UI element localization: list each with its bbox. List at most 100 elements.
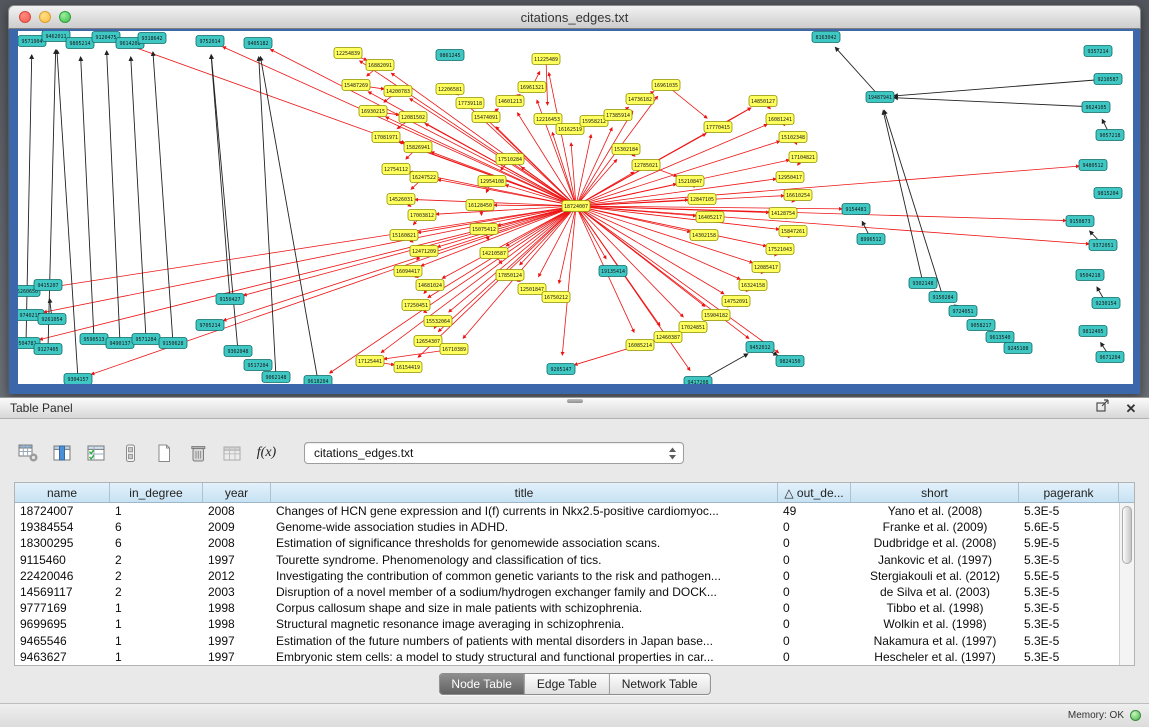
graph-node[interactable]: 16247522 <box>410 172 438 183</box>
scrollbar-thumb[interactable] <box>1122 506 1132 564</box>
graph-node[interactable]: 12950417 <box>776 172 804 183</box>
tab-node-table[interactable]: Node Table <box>439 674 525 694</box>
graph-node[interactable]: 9210587 <box>1094 74 1122 85</box>
column-header[interactable]: year <box>203 483 271 502</box>
graph-node[interactable]: 15532064 <box>424 316 452 327</box>
graph-node[interactable]: 15302184 <box>612 144 640 155</box>
graph-node[interactable]: 17739118 <box>456 98 484 109</box>
graph-edge[interactable] <box>386 117 576 206</box>
graph-edge[interactable] <box>571 143 576 206</box>
graph-node[interactable]: 9205147 <box>547 364 575 375</box>
graph-edge[interactable] <box>576 128 612 206</box>
table-options-button[interactable] <box>14 440 43 467</box>
graph-node[interactable]: 17770415 <box>704 122 732 133</box>
column-header[interactable]: pagerank <box>1019 483 1119 502</box>
graph-node[interactable]: 9415207 <box>34 280 62 291</box>
graph-node[interactable]: 9302148 <box>909 278 937 289</box>
graph-edge[interactable] <box>884 110 943 297</box>
graph-node[interactable]: 17510284 <box>496 154 524 165</box>
graph-node[interactable]: 15487269 <box>342 80 370 91</box>
graph-node[interactable]: 9517204 <box>244 360 272 371</box>
close-panel-button[interactable]: ✕ <box>1121 399 1141 417</box>
graph-edge[interactable] <box>131 57 146 339</box>
graph-node[interactable]: 16882091 <box>366 60 394 71</box>
graph-node[interactable]: 17104821 <box>789 152 817 163</box>
graph-node[interactable]: 9504218 <box>1076 270 1104 281</box>
graph-node[interactable]: 16961035 <box>652 80 680 91</box>
graph-edge[interactable] <box>576 160 617 206</box>
graph-node[interactable]: 9261054 <box>38 314 66 325</box>
graph-node[interactable]: 12954108 <box>478 176 506 187</box>
graph-edge[interactable] <box>835 47 880 97</box>
graph-node[interactable]: 15847261 <box>779 226 807 237</box>
graph-node[interactable]: 9058217 <box>967 320 995 331</box>
graph-node[interactable]: 14601213 <box>496 96 524 107</box>
graph-node[interactable]: 14200783 <box>384 86 412 97</box>
table-row[interactable]: 911546021997Tourette syndrome. Phenomeno… <box>15 552 1119 568</box>
graph-node[interactable]: 15210847 <box>676 176 704 187</box>
new-column-button[interactable] <box>150 440 179 467</box>
graph-edge[interactable] <box>57 50 78 379</box>
graph-node[interactable]: 9805214 <box>66 38 94 49</box>
graph-node[interactable]: 12085417 <box>752 262 780 273</box>
column-header[interactable]: name <box>15 483 110 502</box>
network-window-titlebar[interactable]: citations_edges.txt <box>8 5 1141 29</box>
graph-node[interactable]: 17125441 <box>356 356 384 367</box>
graph-node[interactable]: 16085214 <box>626 340 654 351</box>
table-row[interactable]: 1938455462009Genome-wide association stu… <box>15 519 1119 535</box>
graph-node[interactable]: 9480512 <box>1079 160 1107 171</box>
graph-node[interactable]: 11225489 <box>532 54 560 65</box>
graph-node[interactable]: 19135414 <box>599 266 627 277</box>
graph-node[interactable]: 15160821 <box>390 230 418 241</box>
table-row[interactable]: 946362711997Embryonic stem cells: a mode… <box>15 649 1119 665</box>
graph-edge[interactable] <box>260 57 318 381</box>
graph-node[interactable]: 9357214 <box>1084 46 1112 57</box>
float-panel-button[interactable] <box>1093 399 1113 417</box>
graph-node[interactable]: 12216453 <box>534 114 562 125</box>
graph-node[interactable]: 9245108 <box>1004 343 1032 354</box>
graph-node[interactable]: 17850124 <box>496 270 524 281</box>
graph-node[interactable]: 8163042 <box>812 32 840 43</box>
graph-node[interactable]: 15904182 <box>702 310 730 321</box>
split-divider-grip[interactable] <box>567 399 583 403</box>
graph-node[interactable]: 16710389 <box>440 344 468 355</box>
graph-node[interactable]: 16930215 <box>359 106 387 117</box>
graph-edge[interactable] <box>894 98 1096 107</box>
graph-node[interactable]: 9127405 <box>34 344 62 355</box>
graph-node[interactable]: 9417208 <box>684 377 712 385</box>
tab-network-table[interactable]: Network Table <box>610 674 710 694</box>
graph-node[interactable]: 9362048 <box>224 346 252 357</box>
graph-node[interactable]: 9571284 <box>132 334 160 345</box>
graph-node[interactable]: 15826941 <box>404 142 432 153</box>
graph-node[interactable]: 9062148 <box>262 372 290 383</box>
graph-node[interactable]: 14526031 <box>387 194 415 205</box>
graph-node[interactable]: 9724051 <box>949 306 977 317</box>
graph-node[interactable]: 9590513 <box>80 334 108 345</box>
graph-node[interactable]: 12785021 <box>632 160 660 171</box>
column-header[interactable]: title <box>271 483 778 502</box>
graph-edge[interactable] <box>576 141 780 206</box>
graph-node[interactable]: 9150427 <box>216 294 244 305</box>
graph-edge[interactable] <box>26 55 32 343</box>
graph-node[interactable]: 16081241 <box>766 114 794 125</box>
column-header[interactable]: short <box>851 483 1019 502</box>
network-table-combobox[interactable]: citations_edges.txt <box>304 442 684 464</box>
graph-edge[interactable] <box>894 79 1108 96</box>
graph-node[interactable]: 14736182 <box>626 94 654 105</box>
graph-node[interactable]: 15102348 <box>779 132 807 143</box>
graph-node[interactable]: 17521043 <box>766 244 794 255</box>
graph-node[interactable]: 14850127 <box>749 96 777 107</box>
graph-node[interactable]: 16094417 <box>394 266 422 277</box>
graph-node[interactable]: 12254839 <box>334 48 362 59</box>
vertical-scrollbar[interactable] <box>1119 503 1134 665</box>
graph-node[interactable]: 9671204 <box>1096 352 1124 363</box>
graph-node[interactable]: 9613540 <box>986 332 1014 343</box>
graph-edge[interactable] <box>81 57 94 339</box>
graph-node[interactable]: 12471209 <box>410 246 438 257</box>
graph-node[interactable]: 9405182 <box>244 38 272 49</box>
graph-edge[interactable] <box>48 50 56 349</box>
graph-node[interactable]: 12847105 <box>688 194 716 205</box>
delete-columns-button[interactable] <box>184 440 213 467</box>
graph-node[interactable]: 16324158 <box>739 280 767 291</box>
graph-edge[interactable] <box>437 206 576 247</box>
